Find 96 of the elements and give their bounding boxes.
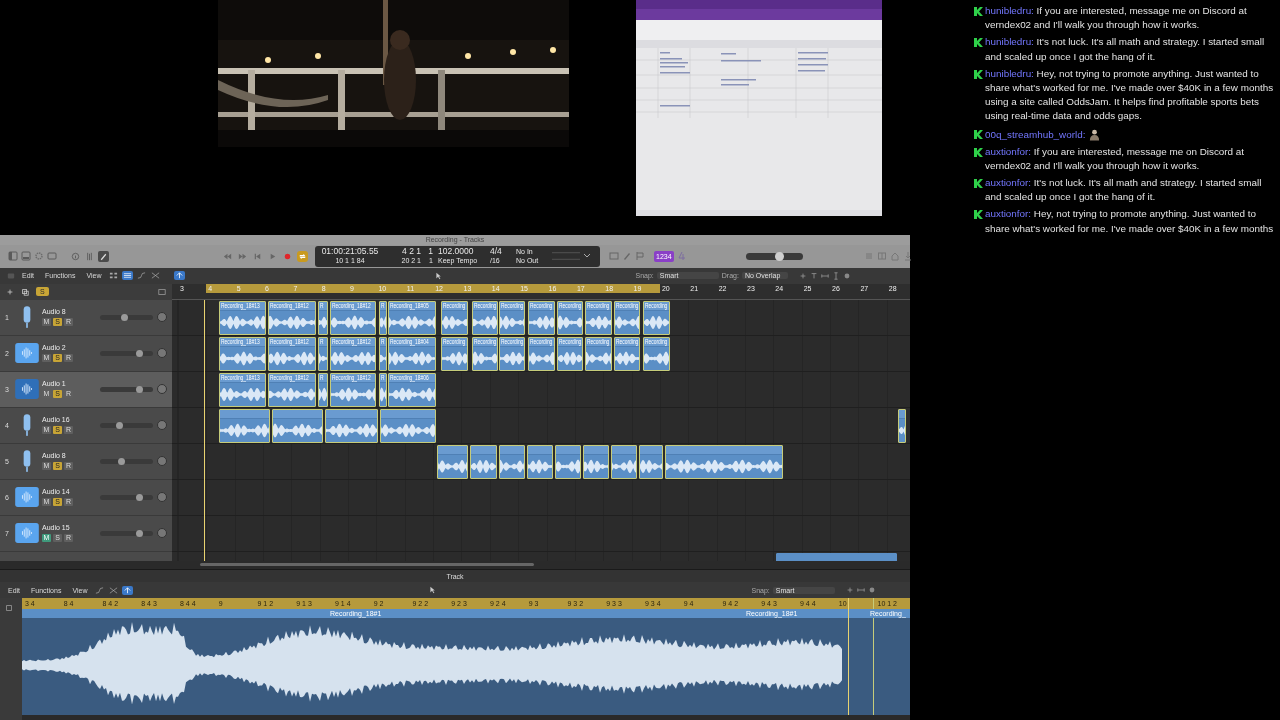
- inspector-icon[interactable]: [21, 251, 31, 262]
- library-icon[interactable]: [8, 251, 18, 262]
- catch-icon[interactable]: [5, 604, 13, 612]
- waveform-icon: [15, 343, 39, 364]
- pencil-icon[interactable]: [622, 251, 632, 262]
- caret-icon[interactable]: [584, 253, 590, 258]
- pointer-icon[interactable]: [434, 271, 443, 280]
- chat-message: hunibledru: It's not luck. It's all math and strategy. I started small and scaled up once I got the hang of it.: [985, 35, 1266, 64]
- time-signature: 4/4: [490, 247, 503, 257]
- split-button[interactable]: [150, 271, 162, 281]
- pan-knob[interactable]: [157, 492, 167, 503]
- volume-slider[interactable]: [100, 350, 153, 356]
- download-icon[interactable]: [902, 251, 913, 262]
- pencil-tool-button[interactable]: [98, 250, 109, 262]
- cycle-button[interactable]: [297, 250, 308, 262]
- chat-message: auxtionfor: It's not luck. It's all math and strategy. I started small and scaled up once I got the hang of it.: [985, 176, 1263, 205]
- width-icon[interactable]: [856, 586, 865, 594]
- add-icon[interactable]: [6, 287, 14, 296]
- badge-icon: [974, 179, 983, 189]
- pan-knob[interactable]: [157, 420, 167, 431]
- audio-region[interactable]: [219, 408, 270, 443]
- audio-region[interactable]: [639, 444, 663, 479]
- volume-slider[interactable]: [100, 530, 153, 536]
- pan-knob[interactable]: [157, 456, 167, 467]
- volume-slider[interactable]: [100, 422, 153, 428]
- grid-button[interactable]: [108, 271, 120, 281]
- microphone-icon: [22, 448, 32, 475]
- badge-icon: [974, 147, 983, 157]
- gear-icon[interactable]: [34, 251, 44, 262]
- slider-thumb[interactable]: [136, 529, 144, 537]
- chat-message: hunibledru: If you are interested, message me on Discord at verndex02 and I'll walk you through how it works.: [985, 4, 1248, 33]
- audio-region[interactable]: [380, 408, 436, 443]
- editor-icon[interactable]: [47, 251, 57, 262]
- waveform-icon: [15, 523, 39, 544]
- curve-button[interactable]: [94, 585, 106, 595]
- waveform-icon: [15, 379, 39, 400]
- emote-icon: [1089, 127, 1101, 141]
- audio-region[interactable]: [555, 444, 581, 479]
- slider-thumb[interactable]: [118, 457, 126, 465]
- audio-region[interactable]: [665, 444, 783, 479]
- badge-icon: [974, 69, 983, 79]
- pan-knob[interactable]: [157, 312, 167, 323]
- audio-region[interactable]: [325, 408, 378, 443]
- catch-button[interactable]: [174, 271, 186, 281]
- tracks-icon[interactable]: [158, 287, 166, 296]
- slider-thumb[interactable]: [120, 313, 128, 321]
- volume-slider[interactable]: [100, 314, 153, 320]
- position-readout: 4 2 1: [402, 247, 421, 257]
- badge-icon: [974, 129, 983, 139]
- width-icon[interactable]: [820, 271, 829, 280]
- volume-slider[interactable]: [100, 458, 153, 464]
- tempo-readout: 102.0000: [438, 247, 475, 257]
- scrollbar[interactable]: [200, 563, 534, 567]
- circle-icon[interactable]: [867, 586, 876, 594]
- chat-username[interactable]: 00q_streamhub_world:: [985, 128, 1086, 140]
- pointer-icon[interactable]: [428, 586, 437, 594]
- audio-region[interactable]: [527, 444, 553, 479]
- microphone-icon: [22, 412, 32, 439]
- chat-message: auxtionfor: Hey, not trying to promote anything. Just wanted to share what's worked for me. I've made over $40K in a few months: [985, 207, 1275, 236]
- chat-message: hunibledru: Hey, not trying to promote anything. Just wanted to share what's worked for me. I've made over $40K in a few months using a site called OddsJam. It helps find profitable sports bets using real-time data and odds gaps.: [985, 66, 1275, 124]
- cycle-region[interactable]: [206, 283, 660, 293]
- info-tool-button[interactable]: [70, 250, 81, 262]
- pan-knob[interactable]: [157, 384, 167, 395]
- slider-thumb[interactable]: [136, 349, 144, 357]
- circle-icon[interactable]: [842, 271, 851, 280]
- text-icon[interactable]: [809, 271, 818, 280]
- slider-thumb[interactable]: [116, 421, 124, 429]
- division-readout: 1: [428, 247, 433, 257]
- chat-message: auxtionfor: If you are interested, message me on Discord at verndex02 and I'll walk you through how it works.: [985, 144, 1246, 173]
- audio-region[interactable]: [611, 444, 637, 479]
- zoom-icon[interactable]: [845, 586, 854, 594]
- list-button[interactable]: [122, 271, 134, 281]
- badge-icon: [974, 38, 983, 48]
- slider-thumb[interactable]: [136, 385, 144, 393]
- badge-icon: [974, 210, 983, 220]
- audio-region[interactable]: [499, 444, 525, 479]
- audio-region[interactable]: [898, 408, 906, 443]
- time-readout: 01:00:21:05.55: [321, 247, 379, 257]
- zoom-icon[interactable]: [798, 271, 807, 280]
- pan-knob[interactable]: [157, 528, 167, 539]
- catch-button[interactable]: [122, 585, 134, 595]
- audio-region[interactable]: [583, 444, 609, 479]
- badge-icon: [974, 7, 983, 16]
- volume-slider[interactable]: [100, 494, 153, 500]
- audio-region[interactable]: [272, 408, 323, 443]
- slider-thumb[interactable]: [136, 493, 144, 501]
- volume-slider[interactable]: [100, 386, 153, 392]
- waveform-icon: [15, 487, 39, 508]
- audio-region[interactable]: [470, 444, 497, 479]
- height-icon[interactable]: [831, 271, 840, 280]
- audio-region[interactable]: [437, 444, 468, 479]
- slider-thumb[interactable]: [774, 251, 784, 261]
- pan-knob[interactable]: [157, 348, 167, 359]
- duplicate-icon[interactable]: [21, 287, 29, 296]
- microphone-icon: [22, 304, 32, 331]
- master-volume-slider[interactable]: [745, 252, 803, 260]
